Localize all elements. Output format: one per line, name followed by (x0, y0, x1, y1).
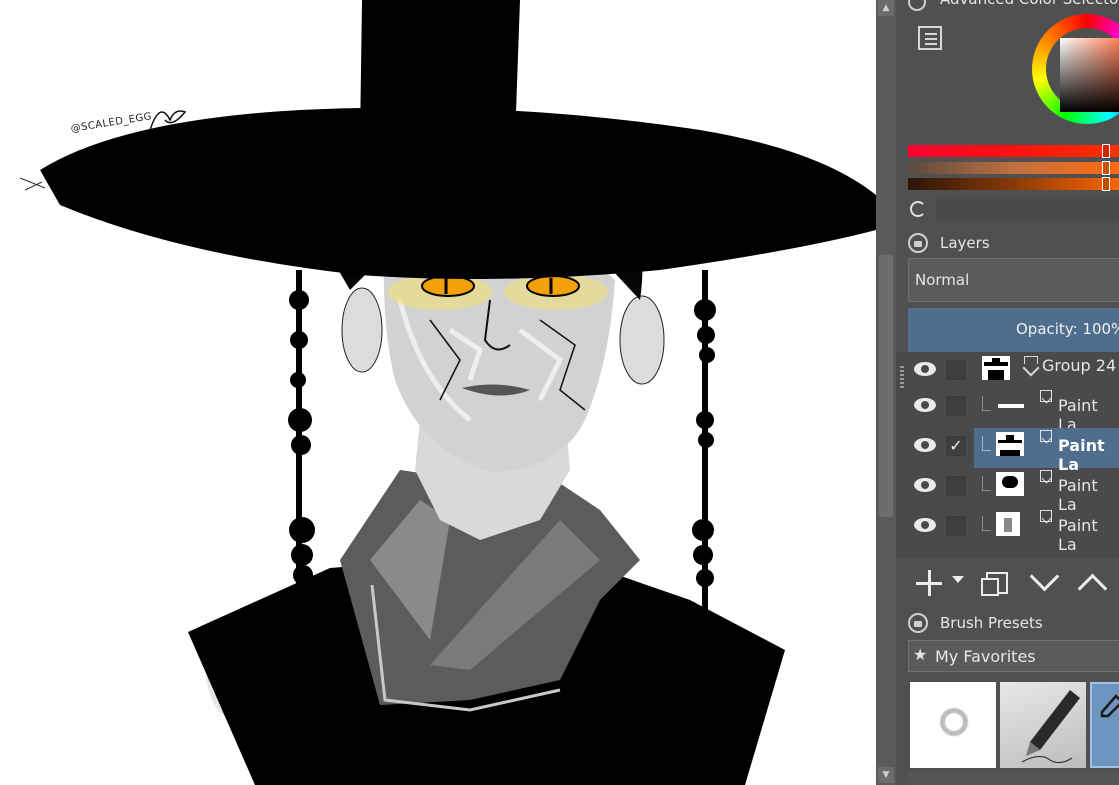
layer-row-selected[interactable]: ✓ Paint La (906, 428, 1119, 474)
scroll-up-arrow[interactable]: ▲ (878, 0, 894, 16)
opacity-label: Opacity: 100% (1016, 320, 1119, 338)
layers-title: Layers (940, 234, 990, 252)
paint-layer-icon (1040, 510, 1052, 522)
paint-layer-icon (1040, 390, 1052, 402)
settings-list-icon[interactable] (918, 26, 942, 50)
color-selector-title: Advanced Color Selecto (940, 0, 1118, 8)
scroll-down-arrow[interactable]: ▼ (878, 767, 894, 783)
opacity-slider[interactable]: Opacity: 100% (908, 308, 1119, 352)
hat-crown (360, 0, 520, 145)
layer-checkbox[interactable] (946, 516, 966, 536)
paint-layer-icon (1040, 430, 1052, 442)
tree-connector (982, 436, 991, 451)
layer-list[interactable]: Group 24 Paint La ✓ Paint La Paint La Pa… (896, 352, 1119, 558)
ink-pen-icon (1021, 690, 1080, 764)
paint-layer-icon (1040, 470, 1052, 482)
bead-string-right (692, 270, 716, 610)
layer-row[interactable]: Paint La (906, 468, 1119, 514)
chevron-down-icon[interactable] (1026, 561, 1060, 600)
layer-checkbox[interactable] (946, 396, 966, 416)
layer-checkbox[interactable] (946, 476, 966, 496)
ear-left (341, 287, 383, 373)
layer-thumbnail (996, 472, 1024, 496)
pencil-icon (1100, 694, 1119, 718)
tree-connector (982, 516, 991, 531)
layer-thumbnail (996, 392, 1024, 416)
blend-mode-value: Normal (915, 271, 970, 289)
blend-mode-select[interactable]: Normal (908, 258, 1119, 302)
plus-icon[interactable] (912, 566, 946, 600)
ink-pen-brush-preset[interactable] (1000, 682, 1086, 768)
layer-name[interactable]: Paint La (1058, 516, 1119, 554)
tree-connector (982, 396, 991, 411)
chevron-up-icon[interactable] (1074, 566, 1108, 604)
eye-icon[interactable] (914, 362, 936, 376)
saturation-slider-handle[interactable] (1102, 161, 1110, 175)
canvas-vertical-scrollbar[interactable]: ▲ ▼ (876, 0, 896, 785)
eye-icon[interactable] (914, 398, 936, 412)
layers-lock-icon[interactable] (908, 233, 928, 253)
duplicate-icon[interactable] (978, 566, 1012, 600)
drag-grip-icon[interactable] (900, 366, 904, 388)
eye-icon[interactable] (914, 478, 936, 492)
layer-checkbox[interactable] (946, 360, 966, 380)
eye-icon[interactable] (914, 518, 936, 532)
group-collapse-icon[interactable] (1022, 356, 1040, 378)
dock-bottom-panel (908, 772, 1119, 785)
color-history-bar[interactable] (936, 197, 1119, 221)
brush-presets-title: Brush Presets (940, 614, 1043, 632)
tree-connector (982, 476, 991, 491)
saturation-slider[interactable] (908, 161, 1119, 175)
eye-right (526, 275, 580, 297)
layer-row-group[interactable]: Group 24 (906, 352, 1119, 392)
refresh-icon[interactable] (908, 199, 930, 221)
saturation-value-square[interactable] (1060, 38, 1119, 112)
layer-checkbox-checked[interactable]: ✓ (946, 436, 966, 456)
layer-row[interactable]: Paint La (906, 508, 1119, 554)
soft-round-brush-preset[interactable] (910, 682, 996, 768)
right-dock: Advanced Color Selecto Layers Normal Opa… (896, 0, 1119, 785)
color-selector-lock-icon[interactable] (908, 0, 926, 11)
ear-right (619, 295, 665, 385)
value-slider[interactable] (908, 177, 1119, 191)
hue-slider[interactable] (908, 144, 1119, 158)
hue-slider-handle[interactable] (1102, 144, 1110, 158)
layer-thumbnail (996, 512, 1020, 536)
star-icon: ★ (913, 645, 928, 664)
add-layer-dropdown-icon[interactable] (952, 576, 964, 583)
eye-icon[interactable] (914, 438, 936, 452)
layer-row[interactable]: Paint La (906, 388, 1119, 434)
brush-preset-grid (908, 680, 1119, 772)
brush-tag-value: My Favorites (935, 647, 1036, 666)
scroll-thumb[interactable] (879, 255, 893, 517)
bead-string-left (288, 270, 315, 600)
brush-presets-lock-icon[interactable] (908, 613, 928, 633)
eye-left (421, 275, 475, 297)
brush-tag-select[interactable]: ★ My Favorites (908, 640, 1119, 672)
layer-name[interactable]: Group 24 (1042, 356, 1116, 375)
value-slider-handle[interactable] (1102, 177, 1110, 191)
layer-toolbar (896, 560, 1119, 606)
pencil-brush-preset[interactable] (1090, 682, 1119, 768)
layer-thumbnail (982, 356, 1010, 380)
sketch-marks (19, 177, 46, 191)
drawing-canvas[interactable]: @SCALED_EGG (0, 0, 876, 785)
layer-thumbnail (996, 432, 1024, 456)
